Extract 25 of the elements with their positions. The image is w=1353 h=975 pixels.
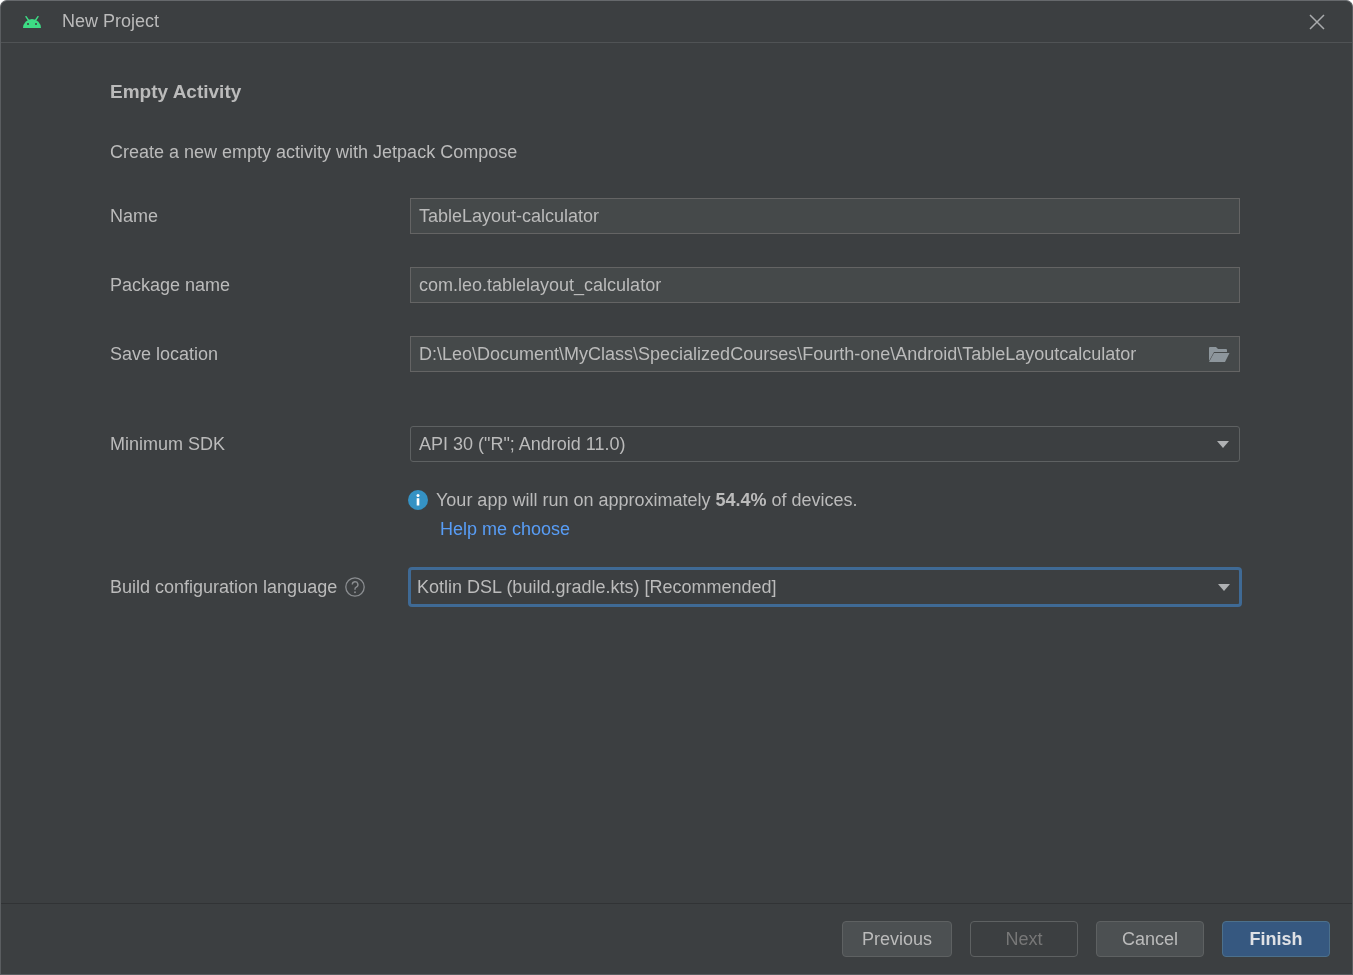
caret-icon <box>1218 583 1230 591</box>
template-title: Empty Activity <box>110 80 242 104</box>
path-field[interactable]: D:\Leo\Document\MyClass\SpecializedCourses\Fourth-one\Android\TableLayoutcalculator <box>410 336 1240 372</box>
field-label: Package name <box>110 274 231 297</box>
device-coverage-note: Your app will run on approximately 54.4% of devices. <box>436 489 858 512</box>
close-icon[interactable] <box>1309 13 1325 30</box>
help-icon[interactable] <box>345 577 366 597</box>
dropdown[interactable]: Kotlin DSL (build.gradle.kts) [Recommended] <box>408 567 1242 607</box>
field-label: Name <box>110 205 158 228</box>
text-field[interactable]: TableLayout-calculator <box>410 198 1240 234</box>
help-link[interactable]: Help me choose <box>440 517 571 541</box>
field-label: Minimum SDK <box>110 433 225 456</box>
window-title: New Project <box>62 11 161 32</box>
folder-icon[interactable] <box>1208 345 1230 363</box>
android-icon <box>22 15 42 28</box>
text-field[interactable]: com.leo.tablelayout_calculator <box>410 267 1240 303</box>
info-icon <box>408 490 428 510</box>
dialog-button[interactable]: Previous <box>841 921 952 957</box>
caret-icon <box>1217 440 1229 448</box>
dropdown[interactable]: API 30 ("R"; Android 11.0) <box>410 426 1240 462</box>
dialog-button[interactable]: Cancel <box>1096 921 1204 957</box>
dialog-button[interactable]: Finish <box>1222 921 1330 957</box>
field-label: Save location <box>110 343 219 366</box>
template-description: Create a new empty activity with Jetpack Compose <box>110 141 518 164</box>
field-label: Build configuration language <box>110 576 338 599</box>
